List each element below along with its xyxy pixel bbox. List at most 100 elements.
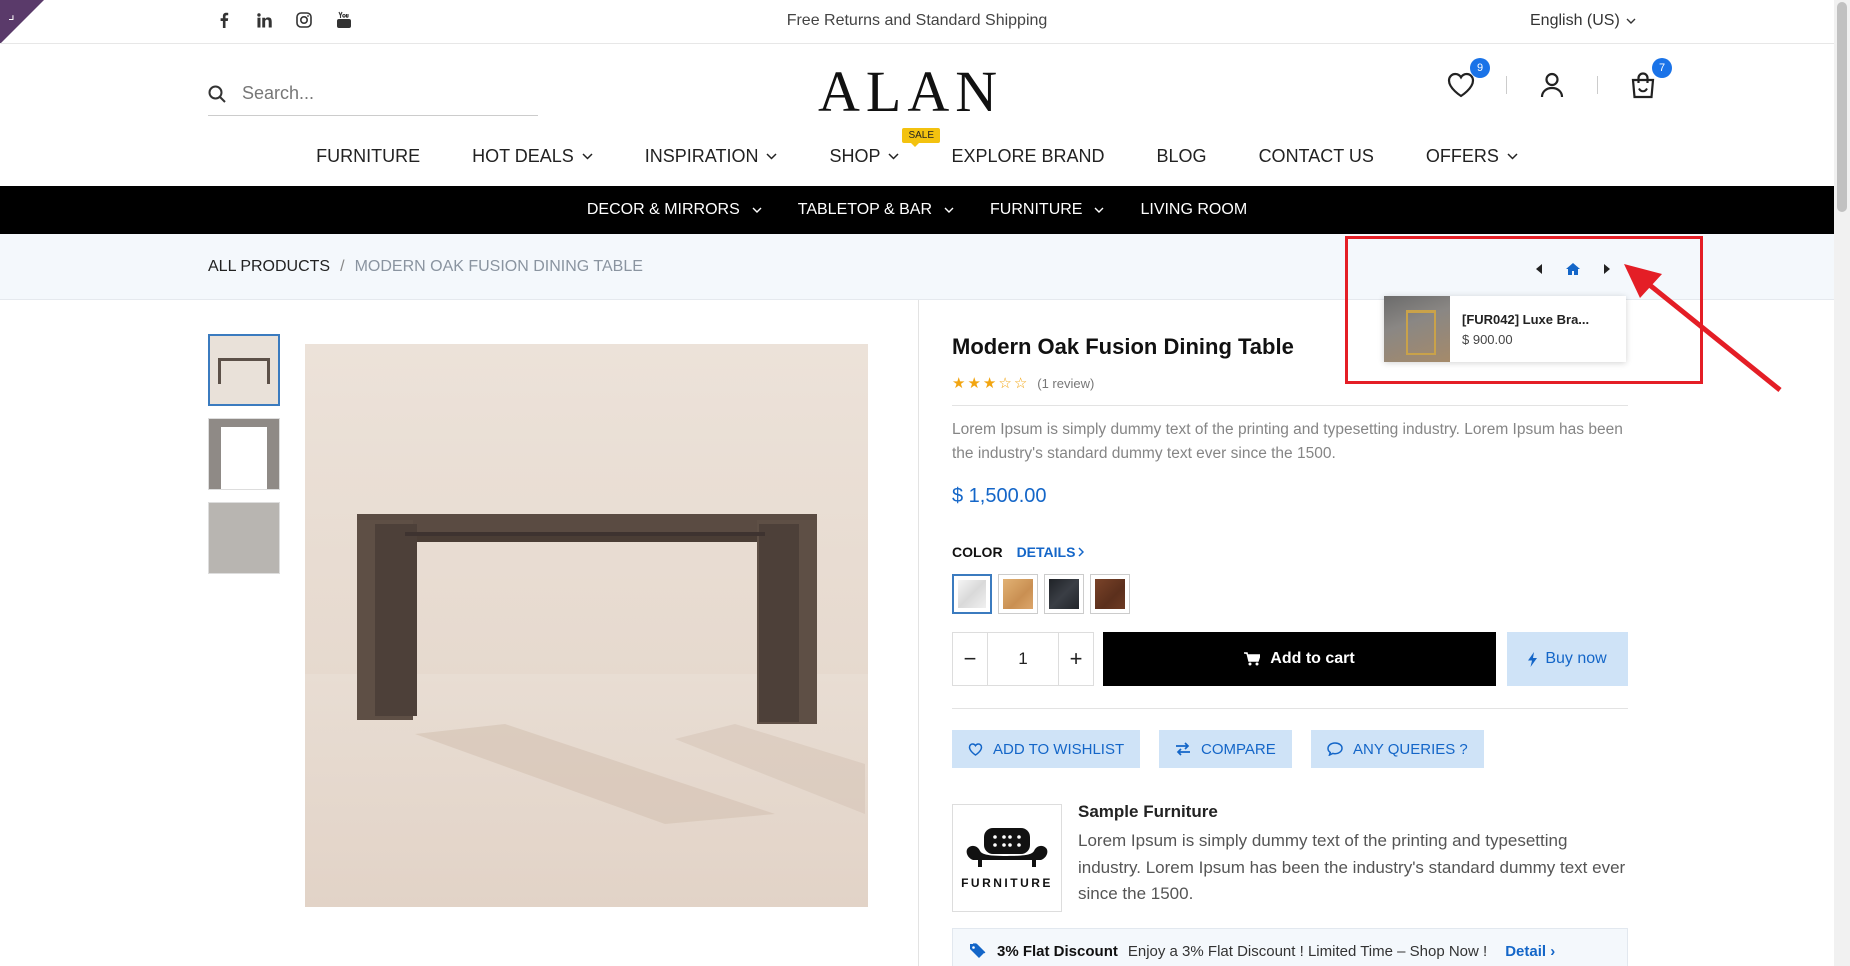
chat-icon <box>1327 742 1343 756</box>
nav-item-furniture[interactable]: FURNITURE <box>316 146 420 167</box>
search-bar[interactable] <box>208 72 538 116</box>
wishlist-button[interactable]: 9 <box>1446 58 1490 100</box>
breadcrumb-current: MODERN OAK FUSION DINING TABLE <box>354 258 643 275</box>
swatch-black-marble[interactable] <box>1044 574 1084 614</box>
breadcrumb: ALL PRODUCTS / MODERN OAK FUSION DINING … <box>208 258 643 276</box>
brand-logo[interactable]: FURNITURE <box>952 804 1062 912</box>
nav-item-shop[interactable]: SHOP SALE <box>829 128 941 167</box>
category-label: TABLETOP & BAR <box>797 201 933 218</box>
nav-item-inspiration[interactable]: INSPIRATION <box>645 146 778 167</box>
nav-label: BLOG <box>1156 146 1207 166</box>
chevron-down-icon <box>1094 207 1104 213</box>
any-queries-button[interactable]: ANY QUERIES ? <box>1311 730 1484 768</box>
dining-table-illustration <box>305 514 868 907</box>
review-count[interactable]: (1 review) <box>1037 376 1094 391</box>
column-divider <box>918 300 919 966</box>
color-label: COLOR <box>952 544 1003 560</box>
scrollbar-thumb[interactable] <box>1837 2 1847 212</box>
buy-now-button[interactable]: Buy now <box>1507 632 1628 686</box>
cart-count-badge: 7 <box>1652 58 1672 78</box>
chevron-down-icon <box>1507 153 1518 160</box>
color-row: COLOR DETAILS <box>952 544 1085 560</box>
category-bar: DECOR & MIRRORS TABLETOP & BAR FURNITURE… <box>0 186 1834 234</box>
nav-label: SHOP <box>829 146 881 166</box>
cart-button[interactable]: 7 <box>1628 58 1672 100</box>
product-rating[interactable]: ★ ★ ★ ☆ ☆ (1 review) <box>952 374 1094 392</box>
header-separator <box>1506 76 1507 94</box>
compare-button[interactable]: COMPARE <box>1159 730 1292 768</box>
shopping-bag-icon <box>1631 72 1655 99</box>
nav-label: OFFERS <box>1425 146 1499 166</box>
details-link[interactable]: DETAILS <box>1017 544 1085 560</box>
nav-item-explore-brand[interactable]: EXPLORE BRAND <box>951 146 1104 167</box>
star-filled-icon: ★ <box>952 375 966 392</box>
account-button[interactable] <box>1537 70 1567 100</box>
header-icons: 9 7 <box>1446 58 1672 100</box>
category-item-living-room[interactable]: LIVING ROOM <box>1140 201 1247 219</box>
quantity-value[interactable]: 1 <box>987 633 1059 685</box>
product-thumbnail-3[interactable] <box>208 502 280 574</box>
nav-label: CONTACT US <box>1258 146 1374 166</box>
cart-icon <box>1244 652 1261 666</box>
chevron-down-icon <box>766 153 777 160</box>
star-filled-icon: ★ <box>967 375 981 392</box>
offer-detail-link[interactable]: Detail › <box>1505 943 1555 960</box>
brand-description: Lorem Ipsum is simply dummy text of the … <box>1078 831 1626 903</box>
heart-icon <box>968 742 983 756</box>
decrease-quantity-button[interactable]: − <box>953 633 987 685</box>
search-input[interactable] <box>242 83 522 104</box>
swatch-oak[interactable] <box>998 574 1038 614</box>
brand-name: Sample Furniture <box>1078 802 1218 821</box>
nav-label: EXPLORE BRAND <box>951 146 1105 166</box>
header-separator <box>1597 76 1598 94</box>
star-empty-icon: ☆ <box>1013 375 1028 392</box>
thumbnail-table-shape <box>209 419 279 489</box>
nav-item-hot-deals[interactable]: HOT DEALS <box>472 146 593 167</box>
product-main-image[interactable] <box>305 344 868 907</box>
page-scrollbar[interactable] <box>1834 0 1850 966</box>
category-item-furniture[interactable]: FURNITURE <box>990 201 1104 219</box>
main-navigation: FURNITURE HOT DEALS INSPIRATION SHOP SALE… <box>0 128 1834 167</box>
wishlist-count-badge: 9 <box>1470 58 1490 78</box>
color-swatches <box>952 574 1130 614</box>
swatch-walnut[interactable] <box>1090 574 1130 614</box>
queries-label: ANY QUERIES ? <box>1353 740 1468 758</box>
breadcrumb-all-products[interactable]: ALL PRODUCTS <box>208 258 330 276</box>
sale-badge: SALE <box>902 128 941 147</box>
product-thumbnail-1[interactable] <box>208 334 280 406</box>
product-price: $ 1,500.00 <box>952 485 1047 507</box>
offer-title: 3% Flat Discount <box>997 942 1118 960</box>
user-icon <box>1540 72 1564 98</box>
bolt-icon <box>1528 651 1538 667</box>
language-selector[interactable]: English (US) <box>1530 12 1636 30</box>
product-title: Modern Oak Fusion Dining Table <box>952 334 1294 359</box>
category-item-tabletop-bar[interactable]: TABLETOP & BAR <box>798 201 954 219</box>
exchange-icon <box>1176 742 1190 756</box>
add-to-cart-label: Add to cart <box>1270 650 1355 667</box>
category-item-decor-mirrors[interactable]: DECOR & MIRRORS <box>587 201 762 219</box>
quantity-stepper: − 1 + <box>952 632 1094 686</box>
details-label: DETAILS <box>1016 544 1076 560</box>
increase-quantity-button[interactable]: + <box>1059 633 1093 685</box>
annotation-arrow-icon <box>1624 264 1782 392</box>
swatch-white-marble[interactable] <box>952 574 992 614</box>
offer-description: Enjoy a 3% Flat Discount ! Limited Time … <box>1127 942 1488 960</box>
add-to-cart-button[interactable]: Add to cart <box>1103 632 1496 686</box>
nav-item-contact-us[interactable]: CONTACT US <box>1259 146 1374 167</box>
divider <box>952 708 1628 709</box>
nav-item-blog[interactable]: BLOG <box>1157 146 1207 167</box>
chevron-right-icon <box>1078 547 1085 557</box>
category-label: DECOR & MIRRORS <box>586 201 740 218</box>
offer-detail-label: Detail <box>1505 942 1547 960</box>
star-filled-icon: ★ <box>982 375 997 392</box>
breadcrumb-separator: / <box>340 258 345 275</box>
search-icon[interactable] <box>208 85 226 103</box>
nav-item-offers[interactable]: OFFERS <box>1426 146 1518 167</box>
site-logo[interactable]: ALAN <box>818 58 1003 125</box>
offer-banner: 3% Flat Discount Enjoy a 3% Flat Discoun… <box>952 928 1628 966</box>
product-thumbnail-2[interactable] <box>208 418 280 490</box>
top-bar: Free Returns and Standard Shipping Engli… <box>0 0 1834 44</box>
tag-icon <box>970 943 986 958</box>
star-empty-icon: ☆ <box>998 375 1012 392</box>
add-to-wishlist-button[interactable]: ADD TO WISHLIST <box>952 730 1141 768</box>
